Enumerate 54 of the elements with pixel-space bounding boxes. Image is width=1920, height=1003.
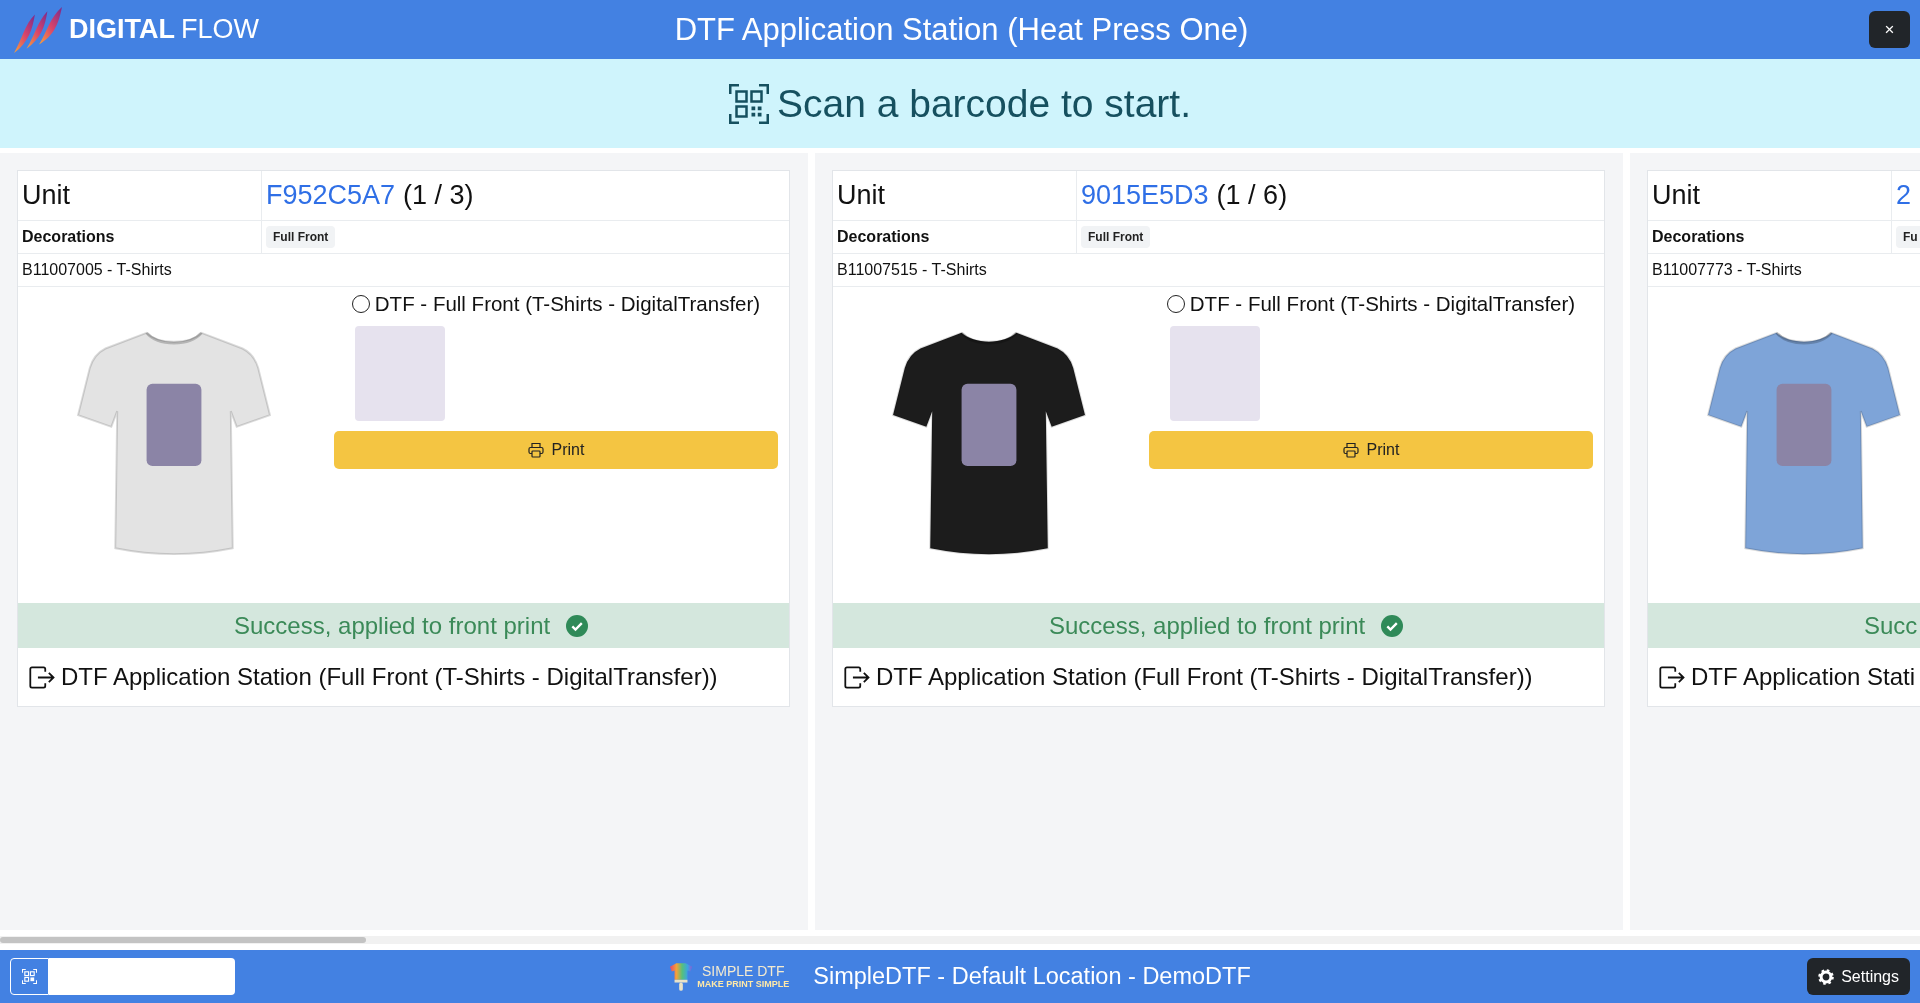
decorations-label: Decorations [22, 228, 115, 246]
decoration-badge: Full Front [266, 226, 336, 248]
station-title: DTF Application Station (Full Front (T-Shirts - DigitalTransfer)) [876, 663, 1533, 691]
page-title: DTF Application Station (Heat Press One) [674, 11, 1249, 48]
logo-icon [13, 6, 63, 53]
print-button[interactable]: Print [1149, 431, 1593, 469]
success-message: Succ [1864, 611, 1918, 640]
brush-logo-icon [669, 961, 694, 992]
check-circle-icon [566, 614, 589, 637]
scrollbar-thumb[interactable] [0, 937, 366, 943]
unit-count: (1 / 3) [403, 180, 474, 211]
scrollbar-track[interactable] [0, 936, 1920, 944]
logo-text: DIGITAL [69, 16, 175, 43]
decorations-label: Decorations [1652, 228, 1745, 246]
scan-message: Scan a barcode to start. [776, 81, 1192, 126]
radio-button[interactable] [351, 295, 370, 313]
logo-text: SIMPLE DTF [702, 964, 785, 978]
item-text: B11007005 - T-Shirts [22, 261, 172, 279]
unit-label: Unit [837, 180, 885, 211]
box-arrow-right-icon [844, 665, 870, 689]
close-button[interactable]: × [1869, 11, 1910, 48]
unit-label: Unit [22, 180, 70, 211]
option-label: DTF - Full Front (T-Shirts - DigitalTransfer) [1189, 292, 1576, 316]
decoration-badge: Fu [1896, 226, 1920, 248]
print-button[interactable]: Print [334, 431, 778, 469]
unit-code-link[interactable]: 9015E5D3 [1081, 180, 1209, 211]
decorations-label: Decorations [837, 228, 930, 246]
unit-code-link[interactable]: F952C5A7 [266, 180, 396, 211]
item-text: B11007515 - T-Shirts [837, 261, 987, 279]
input-field[interactable] [49, 958, 235, 995]
station-title: DTF Application Stati [1691, 663, 1916, 691]
unit-label: Unit [1652, 180, 1700, 211]
check-circle-icon [1381, 614, 1404, 637]
location-text: SimpleDTF - Default Location - DemoDTF [813, 963, 1251, 990]
success-message: Success, applied to front print [1049, 611, 1366, 640]
logo-tagline: MAKE PRINT SIMPLE [697, 980, 790, 989]
radio-button[interactable] [1166, 295, 1185, 313]
item-text: B11007773 - T-Shirts [1652, 261, 1802, 279]
scan-button[interactable] [10, 958, 49, 995]
qr-code-icon [22, 969, 37, 984]
station-title: DTF Application Station (Full Front (T-Shirts - DigitalTransfer)) [61, 663, 718, 691]
box-arrow-right-icon [1659, 665, 1685, 689]
box-arrow-right-icon [29, 665, 55, 689]
decoration-badge: Full Front [1081, 226, 1151, 248]
unit-code-link[interactable]: 2 [1896, 180, 1912, 211]
unit-count: (1 / 6) [1216, 180, 1288, 211]
settings-icon [1818, 968, 1835, 985]
settings-button[interactable]: Settings [1807, 958, 1910, 995]
success-message: Success, applied to front print [234, 611, 551, 640]
printer-icon [527, 442, 544, 458]
logo-text: FLOW [181, 16, 259, 43]
printer-icon [1342, 442, 1359, 458]
qr-code-icon [728, 83, 769, 124]
option-label: DTF - Full Front (T-Shirts - DigitalTransfer) [374, 292, 761, 316]
